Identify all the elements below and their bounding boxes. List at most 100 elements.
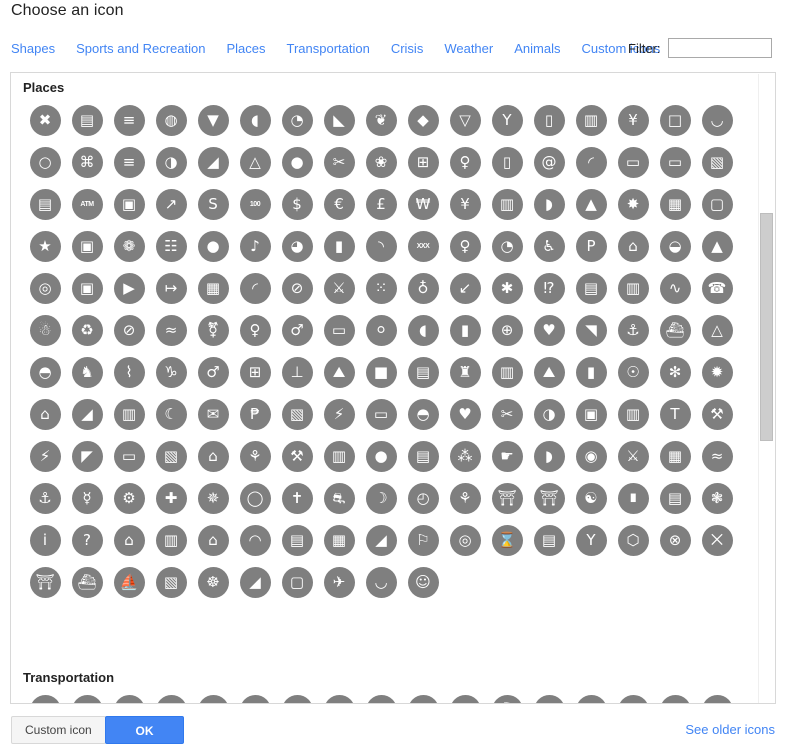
icon-cell-picnic-table-icon[interactable]: ⌂ [612, 225, 654, 267]
icon-cell-airplane-icon[interactable]: ✈ [402, 689, 444, 703]
icon-cell-wifi-icon[interactable]: ◜ [570, 141, 612, 183]
icon-cell-no-entry-icon[interactable]: ⊘ [276, 267, 318, 309]
icon-cell-photo-booth-icon[interactable]: ▣ [66, 225, 108, 267]
mailbox-icon[interactable]: ▥ [155, 524, 187, 556]
icon-cell-spa-icon[interactable]: ≈ [696, 435, 738, 477]
icon-cell-restrooms-icon[interactable]: ⚧ [192, 309, 234, 351]
robot-icon[interactable]: ▢ [281, 566, 313, 598]
road-icon[interactable]: ▲ [701, 694, 733, 703]
car-icon[interactable]: ▭ [239, 694, 271, 703]
bakery-icon[interactable]: ◍ [155, 104, 187, 136]
icon-cell-first-aid-icon[interactable]: ⊕ [486, 309, 528, 351]
pharmacy-person-icon[interactable]: ♀ [449, 146, 481, 178]
flag-icon[interactable]: ⚐ [407, 524, 439, 556]
wifi-icon[interactable]: ◜ [575, 146, 607, 178]
icon-cell-crossed-wrenches-icon[interactable]: ⚔ [318, 267, 360, 309]
cake-stand-icon[interactable]: ◓ [29, 356, 61, 388]
ski-jump-icon[interactable]: ◢ [239, 566, 271, 598]
icon-cell-art-palette-icon[interactable]: ◔ [486, 225, 528, 267]
icon-cell-scanner-icon[interactable]: ▤ [570, 267, 612, 309]
suitcase-icon[interactable]: ▭ [113, 440, 145, 472]
antenna-icon[interactable]: Y [575, 524, 607, 556]
bench-icon[interactable]: ⊥ [281, 356, 313, 388]
museum-icon[interactable]: ▤ [407, 356, 439, 388]
icon-cell-horse-riding-icon[interactable]: ♞ [66, 351, 108, 393]
see-older-icons-link[interactable]: See older icons [685, 716, 775, 744]
icon-cell-observation-deck-icon[interactable]: ⛰ [318, 351, 360, 393]
icon-cell-baby-changing-icon[interactable]: ▭ [318, 309, 360, 351]
category-weather[interactable]: Weather [444, 40, 493, 58]
real-estate-icon[interactable]: ⌂ [197, 440, 229, 472]
icon-scroll-area[interactable]: Places ✖ ▤ ≡ ◍ ▼ ◖ ◔ ◣ ❦ ◆ ▽ Y ▯ ▥ ¥ □ ◡ ○ ⌘ ≡ ◑ ◢ △ ● ✂ ❀ ⊞ ♀ ▯ @ ◜ ▭ ▭… [11, 73, 775, 703]
icon-cell-flag-icon[interactable]: ⚐ [402, 519, 444, 561]
won-icon[interactable]: ₩ [407, 188, 439, 220]
printer-icon[interactable]: ▥ [617, 272, 649, 304]
clock-icon[interactable]: ◴ [407, 482, 439, 514]
icon-cell-internet-cafe-icon[interactable]: @ [528, 141, 570, 183]
heart-icon[interactable]: ♥ [449, 398, 481, 430]
icon-cell-bell-icon[interactable]: ▲ [696, 225, 738, 267]
icon-cell-ski-jump-icon[interactable]: ◢ [234, 561, 276, 603]
icon-cell-sailing-icon[interactable]: ⛵ [108, 561, 150, 603]
casino-icon[interactable]: ❁ [113, 230, 145, 262]
no-entry-sign-icon[interactable]: ⊗ [659, 524, 691, 556]
icon-cell-clothing-icon[interactable]: ◑ [150, 141, 192, 183]
atm-icon[interactable]: ATM [71, 188, 103, 220]
cafe-icon[interactable]: ◔ [281, 104, 313, 136]
icon-cell-picture-frame-icon[interactable]: ▢ [696, 183, 738, 225]
shoe-store-icon[interactable]: ◢ [197, 146, 229, 178]
icon-cell-casino-icon[interactable]: ❁ [108, 225, 150, 267]
icon-cell-house-roof-icon[interactable]: ◢ [66, 393, 108, 435]
observation-deck-icon[interactable]: ⛰ [323, 356, 355, 388]
icon-cell-pharmacy-person-icon[interactable]: ♀ [444, 141, 486, 183]
telephone-icon[interactable]: ☎ [701, 272, 733, 304]
first-aid-icon[interactable]: ⊕ [491, 314, 523, 346]
icon-cell-footprints-icon[interactable]: ⁙ [360, 267, 402, 309]
coffee-cup-icon[interactable]: □ [659, 104, 691, 136]
bicycle-icon[interactable]: ⛐ [323, 482, 355, 514]
icon-cell-restaurant-icon[interactable]: ✖ [24, 99, 66, 141]
icon-cell-question-mark-icon[interactable]: ? [66, 519, 108, 561]
icon-cell-clock-icon[interactable]: ◴ [402, 477, 444, 519]
wheelchair-icon[interactable]: ♿ [533, 230, 565, 262]
icon-cell-hanger-icon[interactable]: △ [234, 141, 276, 183]
icon-cell-city-building-icon[interactable]: ▦ [318, 519, 360, 561]
truck-icon[interactable]: ▥ [365, 694, 397, 703]
wine-glass-icon[interactable]: ¥ [617, 104, 649, 136]
icon-panel-scrollbar-thumb[interactable] [760, 213, 773, 441]
icon-cell-adult-only-icon[interactable]: XXX [402, 225, 444, 267]
no-smoking-icon[interactable]: ⊘ [113, 314, 145, 346]
icon-cell-hourglass-icon[interactable]: ⌛ [486, 519, 528, 561]
tram-icon[interactable]: ▥ [113, 694, 145, 703]
pharmacy-cross-icon[interactable]: ✚ [155, 482, 187, 514]
icon-cell-takeaway-cup-icon[interactable]: ▯ [528, 99, 570, 141]
castle-icon[interactable]: ♜ [449, 356, 481, 388]
icon-cell-sparkle-icon[interactable]: ✹ [696, 351, 738, 393]
icon-cell-market-stall-icon[interactable]: ▦ [654, 435, 696, 477]
icon-cell-noodles-icon[interactable]: ◖ [234, 99, 276, 141]
icon-cell-snowflake-icon[interactable]: ✱ [486, 267, 528, 309]
icon-cell-sunburst-icon[interactable]: ✻ [654, 351, 696, 393]
chemistry-icon[interactable]: ⚘ [449, 482, 481, 514]
bridge-icon[interactable]: ◠ [239, 524, 271, 556]
category-shapes[interactable]: Shapes [11, 40, 55, 58]
car-wash-icon[interactable]: ◓ [407, 398, 439, 430]
eye-icon[interactable]: ◉ [575, 440, 607, 472]
virus-icon[interactable]: ✵ [197, 482, 229, 514]
camera-icon[interactable]: ▣ [71, 272, 103, 304]
sparkle-icon[interactable]: ✹ [701, 356, 733, 388]
burger-icon[interactable]: ≡ [113, 104, 145, 136]
icon-cell-pharmacy-cross-icon[interactable]: ✚ [150, 477, 192, 519]
beekeeping-icon[interactable]: ⁂ [449, 440, 481, 472]
icon-cell-mobile-phone-icon[interactable]: ▯ [486, 141, 528, 183]
target-icon[interactable]: ◎ [449, 524, 481, 556]
icon-cell-tram-icon[interactable]: ▥ [108, 689, 150, 703]
icon-cell-fishing-icon[interactable]: ⌇ [108, 351, 150, 393]
icon-cell-stroller-icon[interactable]: ◖ [402, 309, 444, 351]
icon-cell-briefcase-icon[interactable]: ■ [360, 351, 402, 393]
water-drop-icon[interactable]: ● [365, 440, 397, 472]
icon-cell-lighthouse-icon[interactable]: ⚓ [24, 477, 66, 519]
icon-cell-beekeeping-icon[interactable]: ⁂ [444, 435, 486, 477]
hand-icon[interactable]: ☛ [491, 440, 523, 472]
icon-cell-toll-booth-icon[interactable]: T [654, 393, 696, 435]
